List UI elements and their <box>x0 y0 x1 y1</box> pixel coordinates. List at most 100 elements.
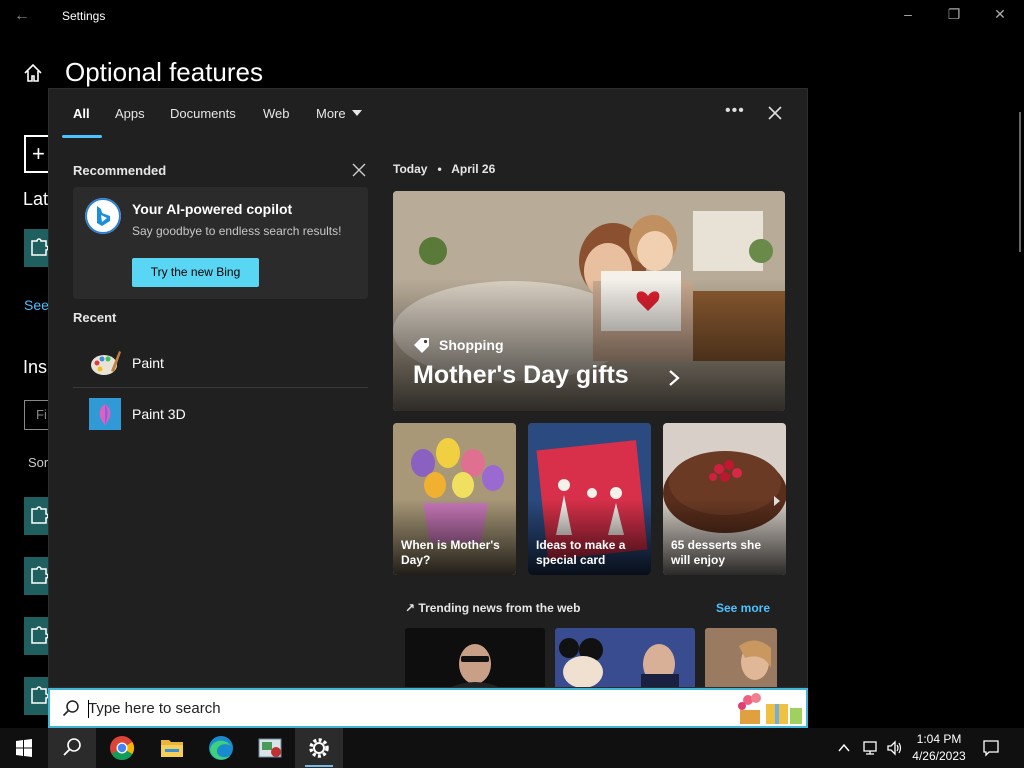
puzzle-icon <box>31 566 48 584</box>
feature-tile[interactable] <box>24 229 50 267</box>
tab-more[interactable]: More <box>316 106 362 121</box>
tab-documents[interactable]: Documents <box>170 106 236 121</box>
edge-icon <box>209 736 233 760</box>
page-title: Optional features <box>65 57 264 87</box>
restore-icon[interactable]: ❐ <box>944 6 964 26</box>
network-icon[interactable] <box>862 739 880 757</box>
more-options-icon[interactable]: ••• <box>725 102 745 120</box>
bullet-separator: • <box>430 162 449 176</box>
title-bar: ← Settings – ❐ ✕ <box>0 0 1024 32</box>
back-arrow-icon[interactable]: ← <box>14 7 34 25</box>
taskbar: 1:04 PM 4/26/2023 <box>0 728 1024 768</box>
close-icon[interactable] <box>767 105 783 121</box>
tab-more-label: More <box>316 106 346 121</box>
tab-all[interactable]: All <box>73 106 90 121</box>
news-item[interactable] <box>705 628 777 687</box>
volume-icon[interactable] <box>886 739 904 757</box>
tag-icon <box>414 338 429 353</box>
start-button[interactable] <box>0 728 48 768</box>
trending-label: Trending news from the web <box>418 601 581 615</box>
see-more-link[interactable]: See more <box>716 601 770 615</box>
paint-3d-icon <box>89 398 121 430</box>
clock-date[interactable]: 4/26/2023 <box>908 749 970 763</box>
close-window-icon[interactable]: ✕ <box>990 6 1010 26</box>
gear-icon <box>309 738 329 758</box>
try-bing-button[interactable]: Try the new Bing <box>132 258 259 287</box>
gifts-icon <box>738 693 802 724</box>
notification-icon[interactable] <box>982 739 1000 757</box>
taskbar-chrome[interactable] <box>98 728 146 768</box>
search-icon <box>62 700 79 717</box>
mothers-day-hero-card[interactable]: Shopping Mother's Day gifts <box>393 191 785 411</box>
carousel-next-icon[interactable] <box>769 491 785 511</box>
search-bar[interactable] <box>48 688 808 728</box>
running-indicator <box>305 765 333 767</box>
card-caption: When is Mother's Day? <box>401 538 500 567</box>
sort-label: Sor <box>28 455 49 470</box>
add-feature-button[interactable]: + <box>24 135 50 173</box>
see-history-link[interactable]: See <box>24 297 49 313</box>
puzzle-icon <box>31 238 48 256</box>
card-caption: 65 desserts she will enjoy <box>671 538 762 567</box>
recommended-heading: Recommended <box>73 163 167 178</box>
active-tab-indicator <box>62 135 102 138</box>
caret-down-icon <box>351 109 362 116</box>
taskbar-control-panel[interactable] <box>246 728 294 768</box>
puzzle-icon <box>31 626 48 644</box>
news-photo <box>405 628 545 687</box>
search-panel: All Apps Documents Web More ••• Recommen… <box>48 88 808 688</box>
copilot-title: Your AI-powered copilot <box>132 201 293 217</box>
feature-tile[interactable] <box>24 497 50 535</box>
today-date: April 26 <box>451 162 496 176</box>
home-icon[interactable] <box>22 62 44 84</box>
puzzle-icon <box>31 506 48 524</box>
taskbar-settings[interactable] <box>295 728 343 768</box>
tab-apps[interactable]: Apps <box>115 106 145 121</box>
minimize-icon[interactable]: – <box>898 6 918 26</box>
recent-item-label: Paint <box>132 355 164 371</box>
card-special-card[interactable]: Ideas to make a special card <box>528 423 651 575</box>
today-heading: Today • April 26 <box>393 162 495 176</box>
puzzle-icon <box>31 686 48 704</box>
chevron-up-icon[interactable] <box>836 740 852 756</box>
copilot-subtitle: Say goodbye to endless search results! <box>132 224 342 238</box>
card-caption: Ideas to make a special card <box>536 538 626 567</box>
latest-heading: Lat <box>23 189 49 209</box>
hero-headline: Mother's Day gifts <box>413 361 629 389</box>
recent-item-paint-3d[interactable]: Paint 3D <box>73 390 368 438</box>
installed-heading: Ins <box>23 357 48 377</box>
bing-logo-icon <box>85 198 121 234</box>
search-icon <box>63 738 81 756</box>
scrollbar[interactable] <box>1019 112 1021 252</box>
news-item[interactable] <box>405 628 545 687</box>
today-label: Today <box>393 162 428 176</box>
plus-icon: + <box>32 141 45 166</box>
find-feature-input[interactable]: Fi <box>24 400 50 430</box>
control-panel-icon <box>258 738 282 758</box>
dismiss-recommended-icon[interactable] <box>352 163 366 177</box>
windows-logo-icon <box>16 739 32 757</box>
copilot-card: Your AI-powered copilot Say goodbye to e… <box>73 187 368 299</box>
taskbar-search-button[interactable] <box>48 728 96 768</box>
recent-item-label: Paint 3D <box>132 406 186 422</box>
news-item[interactable] <box>555 628 695 687</box>
news-photo <box>705 628 777 687</box>
tab-web[interactable]: Web <box>263 106 290 121</box>
recent-item-paint[interactable]: Paint <box>73 339 368 387</box>
feature-tile[interactable] <box>24 617 50 655</box>
paint-icon <box>91 351 121 375</box>
folder-icon <box>161 740 183 757</box>
feature-tile[interactable] <box>24 677 50 715</box>
news-photo <box>555 628 695 687</box>
card-when-mothers-day[interactable]: When is Mother's Day? <box>393 423 516 575</box>
divider <box>73 387 368 388</box>
taskbar-edge[interactable] <box>197 728 245 768</box>
clock-time[interactable]: 1:04 PM <box>910 732 968 746</box>
recent-heading: Recent <box>73 310 117 325</box>
trending-up-icon: ↗ <box>405 601 416 615</box>
card-desserts[interactable]: 65 desserts she will enjoy <box>663 423 786 575</box>
search-input[interactable] <box>88 696 688 720</box>
taskbar-file-explorer[interactable] <box>148 728 196 768</box>
chevron-right-icon <box>669 370 680 386</box>
feature-tile[interactable] <box>24 557 50 595</box>
